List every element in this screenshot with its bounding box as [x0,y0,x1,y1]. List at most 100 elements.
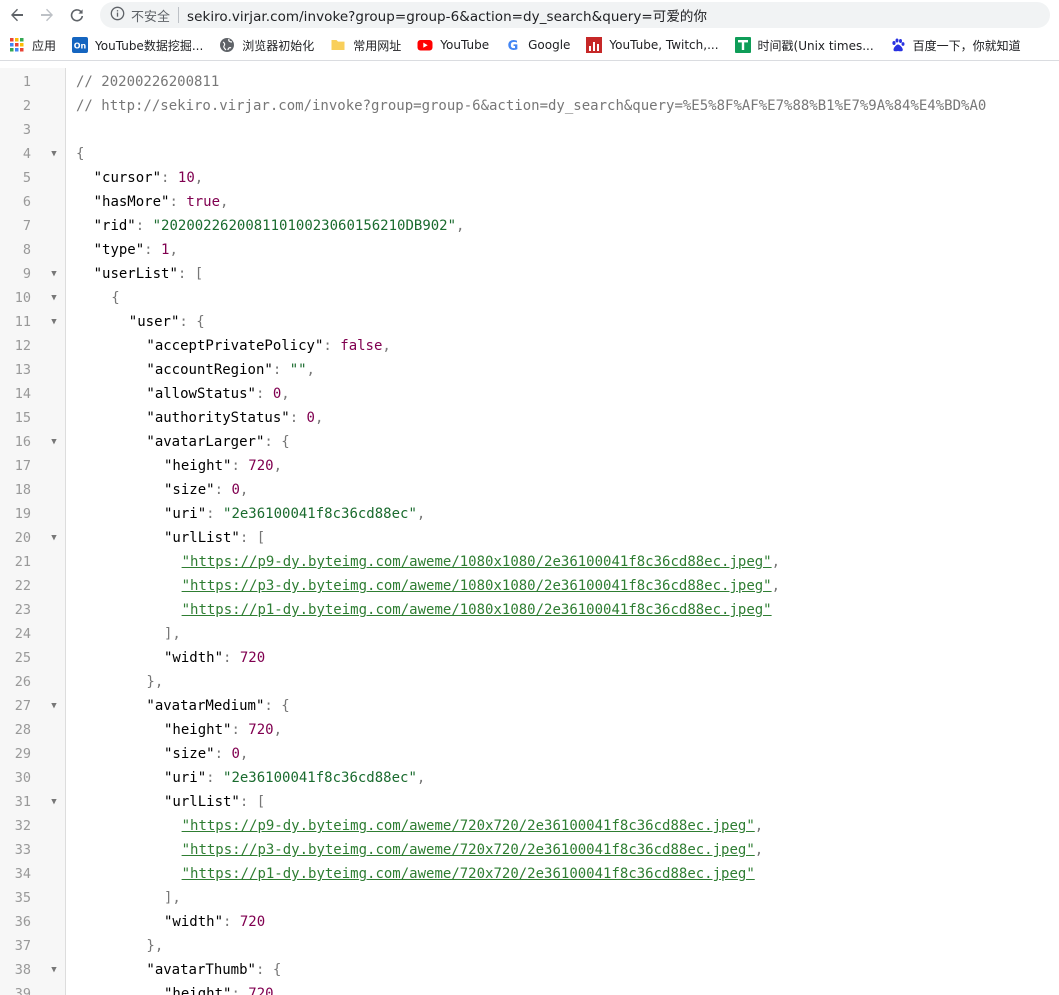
back-button[interactable] [4,0,30,30]
fold-toggle-icon[interactable]: ▼ [48,142,60,166]
address-bar[interactable]: 不安全 sekiro.virjar.com/invoke?group=group… [100,2,1050,28]
code-line: 5 "cursor": 10, [0,166,1059,190]
fold-toggle-icon[interactable]: ▼ [48,430,60,454]
code-token: { [111,290,120,306]
bookmark-item[interactable]: YouTube, Twitch,... [577,33,725,57]
bookmark-item[interactable]: G Google [496,33,577,57]
code-token: , [771,578,781,594]
code-line: 19 "uri": "2e36100041f8c36cd88ec", [0,502,1059,526]
code-text: "urlList": [ [164,790,265,814]
line-number: 5 [22,170,31,186]
bookmark-item[interactable]: 浏览器初始化 [210,33,321,57]
code-line: 20 ▼ "urlList": [ [0,526,1059,550]
code-token: , [754,842,764,858]
bookmark-item[interactable]: 常用网址 [321,33,408,57]
code-text: { [76,142,84,166]
code-text: "urlList": [ [164,526,265,550]
reload-button[interactable] [64,0,90,30]
bookmark-item[interactable]: YouTube [408,33,496,57]
code-text: "height": 720, [164,454,282,478]
bookmark-item[interactable]: 时间戳(Unix times... [726,33,881,57]
code-token: : [ [177,266,204,282]
code-text: "https://p1-dy.byteimg.com/aweme/1080x10… [182,598,772,622]
line-number: 14 [14,386,31,402]
fold-toggle-icon[interactable]: ▼ [48,694,60,718]
baidu-paw-icon [890,37,906,53]
code-token: : [169,194,187,210]
code-text: "height": 720, [164,718,282,742]
fold-toggle-icon[interactable]: ▼ [48,958,60,982]
fold-toggle-icon[interactable]: ▼ [48,526,60,550]
bookmark-label: 百度一下，你就知道 [912,38,1021,53]
code-token: : { [264,698,290,714]
bookmark-item[interactable]: 百度一下，你就知道 [881,33,1028,57]
code-token: }, [146,938,164,954]
code-token: , [771,554,781,570]
code-token: "2e36100041f8c36cd88ec" [223,506,417,522]
code-token: 0 [231,746,240,762]
bookmark-item[interactable]: On YouTube数据挖掘... [63,33,210,57]
code-token: 0 [231,482,240,498]
forward-button[interactable] [34,0,60,30]
code-token: : [289,410,307,426]
code-line: 29 "size": 0, [0,742,1059,766]
code-line: 25 "width": 720 [0,646,1059,670]
apps-grid-icon [9,37,25,53]
url-link[interactable]: "https://p1-dy.byteimg.com/aweme/1080x10… [182,602,772,618]
code-token: "type" [93,242,145,258]
code-token: : [206,506,224,522]
code-token: , [273,722,283,738]
fold-toggle-icon[interactable]: ▼ [48,790,60,814]
line-number: 34 [14,866,31,882]
line-number: 9 [22,266,31,282]
url-link[interactable]: "https://p1-dy.byteimg.com/aweme/720x720… [182,866,755,882]
line-number: 27 [14,698,31,714]
code-line: 36 "width": 720 [0,910,1059,934]
code-line: 16 ▼ "avatarLarger": { [0,430,1059,454]
code-text: "accountRegion": "", [146,358,315,382]
code-token: false [340,338,383,354]
code-line: 13 "accountRegion": "", [0,358,1059,382]
code-text: "https://p9-dy.byteimg.com/aweme/720x720… [182,814,764,838]
bookmark-label: 浏览器初始化 [242,38,315,53]
code-token: "uri" [164,506,207,522]
fold-toggle-icon[interactable]: ▼ [48,310,60,334]
line-number: 6 [22,194,31,210]
line-number: 22 [14,578,31,594]
code-token: , [220,194,229,210]
line-number: 1 [22,74,31,90]
line-number: 2 [22,98,31,114]
code-line: 17 "height": 720, [0,454,1059,478]
insecure-label[interactable]: 不安全 [131,6,170,25]
bookmark-label: 时间戳(Unix times... [757,38,874,53]
code-token: , [281,386,290,402]
code-line: 14 "allowStatus": 0, [0,382,1059,406]
url-link[interactable]: "https://p9-dy.byteimg.com/aweme/1080x10… [182,554,772,570]
code-lines: 1 // 20200226200811 2 // http://sekiro.virj… [0,70,1059,995]
svg-text:On: On [74,42,87,51]
bookmark-label: YouTube, Twitch,... [609,38,719,52]
code-token: : [214,482,232,498]
fold-toggle-icon[interactable]: ▼ [48,286,60,310]
code-token: "rid" [93,218,136,234]
code-line: 24], [0,622,1059,646]
code-token: 720 [248,458,274,474]
url-link[interactable]: "https://p3-dy.byteimg.com/aweme/720x720… [182,842,755,858]
url-link[interactable]: "https://p3-dy.byteimg.com/aweme/1080x10… [182,578,772,594]
code-token: ], [164,890,181,906]
url-link[interactable]: "https://p9-dy.byteimg.com/aweme/720x720… [182,818,755,834]
code-text: "https://p9-dy.byteimg.com/aweme/1080x10… [182,550,780,574]
code-text: "height": 720 [164,982,274,995]
code-text: "avatarLarger": { [146,430,289,454]
line-number: 20 [14,530,31,546]
url-text[interactable]: sekiro.virjar.com/invoke?group=group-6&a… [187,5,707,25]
code-token: "" [289,362,307,378]
fold-toggle-icon[interactable]: ▼ [48,262,60,286]
code-token: "accountRegion" [146,362,273,378]
bookmark-label: 常用网址 [353,38,402,53]
code-token: : [223,914,240,930]
bookmark-item[interactable]: 应用 [0,33,63,57]
info-icon[interactable] [110,6,125,25]
code-line: 22 "https://p3-dy.byteimg.com/aweme/1080x… [0,574,1059,598]
t-badge-icon [734,37,751,53]
